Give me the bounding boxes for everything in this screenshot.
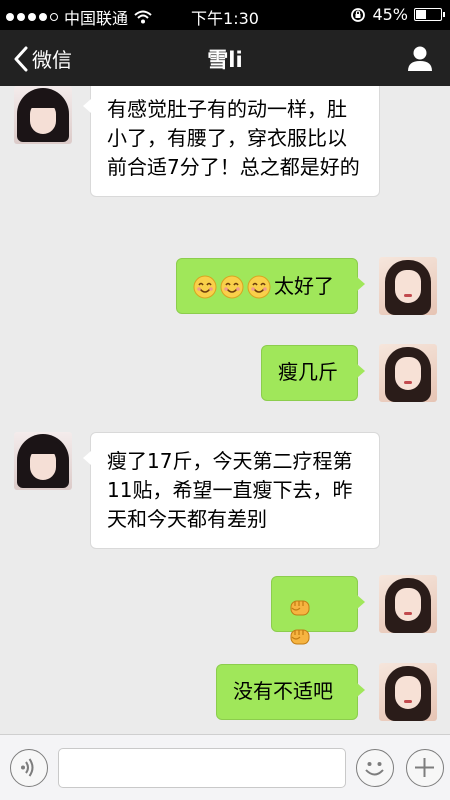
message-text: 没有不适吧 <box>233 679 333 703</box>
incoming-message-bubble[interactable]: 有感觉肚子有的动一样，肚小了，有腰了，穿衣服比以前合适7分了！总之都是好的 <box>83 86 380 197</box>
status-bar: 中国联通 下午1:30 45% <box>0 0 450 30</box>
message-text: 瘦了17斤，今天第二疗程第11贴，希望一直瘦下去，昨天和今天都有差别 <box>107 449 353 531</box>
outgoing-message-bubble[interactable]: 瘦几斤 <box>261 345 365 401</box>
incoming-message-bubble[interactable]: 瘦了17斤，今天第二疗程第11贴，希望一直瘦下去，昨天和今天都有差别 <box>83 432 380 549</box>
chat-title: 雪li <box>207 48 243 72</box>
outgoing-message-bubble[interactable]: 太好了 <box>176 258 365 314</box>
my-avatar[interactable] <box>379 663 437 721</box>
profile-icon[interactable] <box>406 44 434 72</box>
fist-emoji-icon <box>290 629 310 644</box>
outgoing-message-bubble[interactable] <box>271 576 365 644</box>
contact-avatar[interactable] <box>14 432 72 490</box>
message-list[interactable]: 有感觉肚子有的动一样，肚小了，有腰了，穿衣服比以前合适7分了！总之都是好的 太好… <box>0 86 450 734</box>
fist-emoji-icon <box>290 600 310 615</box>
outgoing-message-bubble[interactable]: 没有不适吧 <box>216 664 365 720</box>
smile-emoji-icon <box>193 275 217 298</box>
message-input[interactable] <box>58 748 346 788</box>
smile-emoji-icon <box>247 275 271 298</box>
smile-emoji-icon <box>220 275 244 298</box>
message-text: 瘦几斤 <box>278 360 338 384</box>
contact-avatar[interactable] <box>14 86 72 144</box>
emoji-icon <box>365 762 384 776</box>
chat-header: 微信 雪li <box>0 30 450 86</box>
plus-button[interactable] <box>406 749 444 787</box>
status-bar-right: 45% <box>350 5 445 24</box>
voice-button[interactable] <box>10 749 48 787</box>
rotation-lock-icon <box>351 7 366 22</box>
my-avatar[interactable] <box>379 257 437 315</box>
message-text: 有感觉肚子有的动一样，肚小了，有腰了，穿衣服比以前合适7分了！总之都是好的 <box>107 97 360 179</box>
battery-level-fill <box>416 10 426 19</box>
input-bar <box>0 734 450 800</box>
voice-icon <box>21 758 34 777</box>
emoji-button[interactable] <box>356 749 394 787</box>
plus-icon <box>415 758 434 777</box>
message-text: 太好了 <box>274 274 334 298</box>
my-avatar[interactable] <box>379 344 437 402</box>
battery-icon <box>414 8 445 21</box>
battery-percent: 45% <box>372 5 408 24</box>
my-avatar[interactable] <box>379 575 437 633</box>
